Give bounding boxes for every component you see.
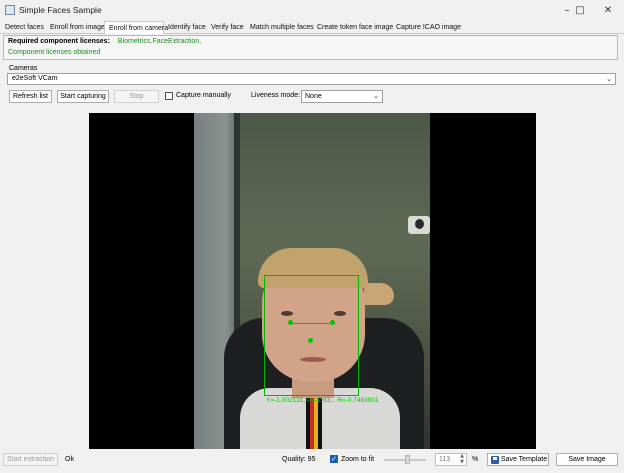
liveness-mode-label: Liveness mode: [251, 92, 301, 99]
title-bar: Simple Faces Sample – □ ✕ [0, 0, 624, 21]
save-image-button[interactable]: Save Image [556, 453, 618, 466]
camera-view[interactable]: Y=-1.002131, P=-2.63... R=-0.7483901 [89, 113, 536, 449]
maximize-button[interactable]: □ [566, 0, 594, 21]
status-text: Ok [65, 456, 74, 463]
tab-enroll-from-camera[interactable]: Enroll from camera [104, 21, 168, 35]
zoom-to-fit-label: Zoom to fit [341, 456, 375, 463]
liveness-mode-select[interactable]: None ⌄ [301, 90, 383, 103]
tab-capture-icao-image[interactable]: Capture ICAO image [392, 22, 461, 34]
right-eye-marker [330, 320, 335, 325]
camera-select[interactable]: e2eSoft VCam ⌄ [7, 73, 616, 85]
capture-manually-label: Capture manually [176, 92, 231, 99]
liveness-mode-value: None [305, 93, 322, 100]
start-extraction-button[interactable]: Start extraction [3, 453, 58, 466]
close-button[interactable]: ✕ [594, 0, 622, 21]
license-component: Biometrics.FaceExtraction, [117, 38, 202, 45]
eye-line [293, 323, 335, 324]
start-capturing-button[interactable]: Start capturing [57, 90, 109, 103]
chevron-down-icon: ⌄ [606, 75, 612, 83]
bottom-bar: Start extraction Ok Quality: 95 ✓ Zoom t… [0, 452, 624, 473]
tab-match-multiple-faces[interactable]: Match multiple faces [246, 22, 314, 34]
zoom-to-fit-checkbox[interactable]: ✓ [330, 455, 338, 463]
enroll-from-camera-panel: Required component licenses: Biometrics.… [0, 34, 624, 473]
save-template-label: Save Template [500, 456, 548, 463]
hair-tail [364, 283, 394, 305]
refresh-list-button[interactable]: Refresh list [9, 90, 52, 103]
zoom-spinner-icon[interactable]: ▲ ▼ [457, 453, 467, 466]
zoom-value: 113 [439, 456, 451, 463]
webcam-lens [415, 219, 424, 229]
tab-enroll-from-image[interactable]: Enroll from image [46, 22, 105, 34]
floppy-disk-icon [491, 456, 499, 464]
face-pose-readout: Y=-1.002131, P=-2.63... R=-0.7483901 [266, 397, 379, 404]
checkmark-icon: ✓ [331, 455, 337, 463]
license-status: Component licenses obtained [8, 49, 101, 56]
zoom-slider-thumb[interactable] [405, 455, 410, 464]
left-eye-marker [288, 320, 293, 325]
license-requirements: Required component licenses: Biometrics.… [8, 38, 201, 45]
app-icon [5, 5, 15, 15]
chevron-down-icon: ⌄ [373, 92, 379, 100]
cameras-group-label: Cameras [9, 65, 38, 72]
tab-identify-face[interactable]: Identify face [164, 22, 207, 34]
zoom-unit: % [472, 456, 479, 463]
stop-button[interactable]: Stop [114, 90, 159, 103]
nose-marker [308, 338, 313, 343]
tab-strip: Detect faces Enroll from image Enroll fr… [0, 21, 624, 35]
tab-detect-faces[interactable]: Detect faces [1, 22, 46, 34]
tab-create-token-face-image[interactable]: Create token face image [313, 22, 393, 34]
camera-select-value: e2eSoft VCam [12, 75, 58, 82]
required-licenses-label: Required component licenses: [8, 38, 110, 45]
tab-verify-face[interactable]: Verify face [207, 22, 246, 34]
capture-manually-checkbox[interactable] [165, 92, 173, 100]
window-title: Simple Faces Sample [19, 5, 102, 15]
quality-text: Quality: 95 [282, 456, 316, 463]
face-detection-box [264, 275, 359, 396]
license-panel: Required component licenses: Biometrics.… [3, 35, 618, 60]
save-template-button[interactable]: Save Template [487, 453, 549, 466]
